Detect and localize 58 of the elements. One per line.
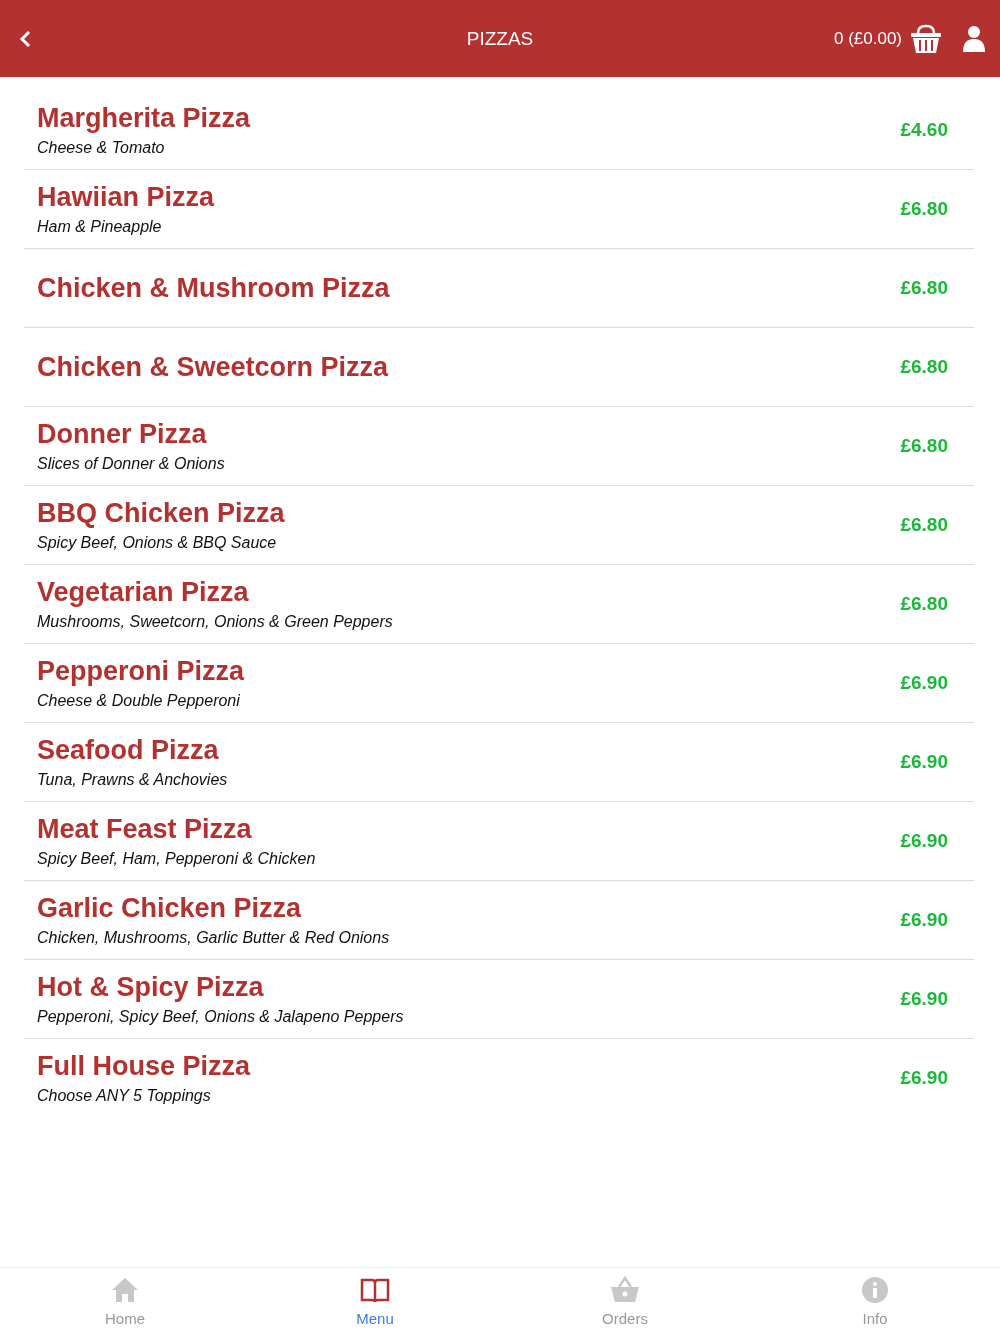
item-description: Ham & Pineapple xyxy=(37,218,163,236)
menu-item[interactable]: Hot & Spicy Pizza Pepperoni, Spicy Beef, Onions & Jalapeno Peppers £6.90 xyxy=(24,960,974,1039)
item-price: £6.80 xyxy=(900,593,948,615)
item-name: Pepperoni Pizza xyxy=(37,656,246,687)
item-description: Tuna, Prawns & Anchovies xyxy=(37,771,229,789)
menu-item[interactable]: BBQ Chicken Pizza Spicy Beef, Onions & BBQ Sauce £6.80 xyxy=(24,486,974,565)
menu-item[interactable]: Pepperoni Pizza Cheese & Double Pepperoni £6.90 xyxy=(24,644,974,723)
item-name: Margherita Pizza xyxy=(37,103,252,134)
item-description: Choose ANY 5 Toppings xyxy=(37,1087,212,1105)
item-price: £6.80 xyxy=(900,198,948,220)
page-title: PIZZAS xyxy=(466,27,534,50)
item-name: Hawiian Pizza xyxy=(37,182,216,213)
item-price: £6.80 xyxy=(900,514,948,536)
item-name: Donner Pizza xyxy=(37,419,208,450)
item-description: Cheese & Tomato xyxy=(37,139,166,157)
item-name: Vegetarian Pizza xyxy=(37,577,250,608)
menu-item[interactable]: Hawiian Pizza Ham & Pineapple £6.80 xyxy=(24,170,974,249)
item-price: £6.90 xyxy=(900,830,948,852)
info-icon xyxy=(861,1275,889,1304)
basket-summary: 0 (£0.00) xyxy=(833,28,902,49)
item-name: Garlic Chicken Pizza xyxy=(37,893,303,924)
item-price: £6.80 xyxy=(900,435,948,457)
item-price: £6.90 xyxy=(900,751,948,773)
item-price: £6.80 xyxy=(900,277,948,299)
item-price: £6.90 xyxy=(900,672,948,694)
item-name: Full House Pizza xyxy=(37,1051,252,1082)
item-description: Chicken, Mushrooms, Garlic Butter & Red Onions xyxy=(37,929,391,947)
item-description: Slices of Donner & Onions xyxy=(37,455,226,473)
user-icon[interactable] xyxy=(962,24,986,53)
menu-item[interactable]: Meat Feast Pizza Spicy Beef, Ham, Pepperoni & Chicken £6.90 xyxy=(24,802,974,881)
home-icon xyxy=(111,1275,139,1304)
item-description: Pepperoni, Spicy Beef, Onions & Jalapeno Peppers xyxy=(37,1008,405,1026)
item-name: Chicken & Mushroom Pizza xyxy=(37,272,391,304)
menu-item[interactable]: Chicken & Mushroom Pizza £6.80 xyxy=(24,249,974,328)
nav-tab[interactable]: Menu xyxy=(250,1268,500,1334)
item-price: £6.90 xyxy=(900,988,948,1010)
menu-item[interactable]: Margherita Pizza Cheese & Tomato £4.60 xyxy=(24,91,974,170)
menu-item[interactable]: Garlic Chicken Pizza Chicken, Mushrooms, Garlic Butter & Red Onions £6.90 xyxy=(24,881,974,960)
basket-icon xyxy=(610,1275,640,1304)
item-description: Spicy Beef, Onions & BBQ Sauce xyxy=(37,534,278,552)
menu-item[interactable]: Full House Pizza Choose ANY 5 Toppings £6.90 xyxy=(24,1039,974,1117)
item-name: BBQ Chicken Pizza xyxy=(37,498,286,529)
menu-item[interactable]: Donner Pizza Slices of Donner & Onions £6.80 xyxy=(24,407,974,486)
item-price: £6.90 xyxy=(900,909,948,931)
item-price: £6.80 xyxy=(900,356,948,378)
item-price: £4.60 xyxy=(900,119,948,141)
item-name: Seafood Pizza xyxy=(37,735,220,766)
menu-item[interactable]: Seafood Pizza Tuna, Prawns & Anchovies £6.90 xyxy=(24,723,974,802)
item-price: £6.90 xyxy=(900,1067,948,1089)
menu-item[interactable]: Vegetarian Pizza Mushrooms, Sweetcorn, Onions & Green Peppers £6.80 xyxy=(24,565,974,644)
item-description: Cheese & Double Pepperoni xyxy=(37,692,241,710)
item-name: Meat Feast Pizza xyxy=(37,814,253,845)
basket-icon[interactable] xyxy=(910,23,942,54)
item-name: Chicken & Sweetcorn Pizza xyxy=(37,351,390,383)
menu-item[interactable]: Chicken & Sweetcorn Pizza £6.80 xyxy=(24,328,974,407)
item-description: Spicy Beef, Ham, Pepperoni & Chicken xyxy=(37,850,317,868)
item-name: Hot & Spicy Pizza xyxy=(37,972,265,1003)
item-description: Mushrooms, Sweetcorn, Onions & Green Peppers xyxy=(37,613,394,631)
